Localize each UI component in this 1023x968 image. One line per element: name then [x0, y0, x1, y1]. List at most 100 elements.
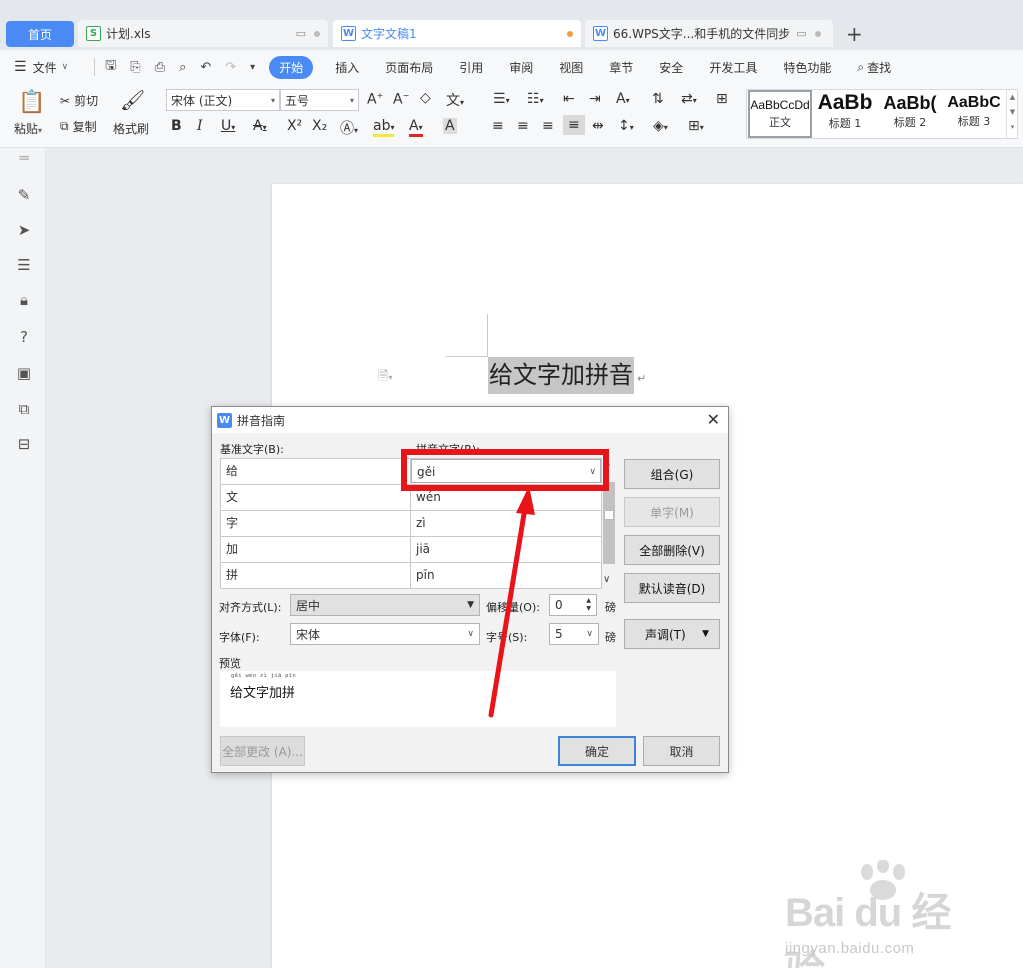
grid-scrollbar[interactable]: ^ ∨ [602, 458, 616, 589]
stepper-arrows-icon[interactable]: ▲ ▼ [586, 597, 591, 613]
distribute-icon[interactable]: ⇹ [592, 118, 604, 134]
customize-dropdown-icon[interactable]: ▾ [250, 62, 255, 73]
align-right-icon[interactable]: ≡ [542, 118, 554, 134]
style-heading2[interactable]: AaBb( 标题 2 [878, 90, 942, 138]
tab-close-dot[interactable] [314, 30, 320, 37]
menu-insert[interactable]: 插入 [335, 59, 359, 76]
menu-features[interactable]: 特色功能 [783, 59, 831, 76]
save-icon[interactable]: 🖫 [105, 56, 116, 78]
export-icon[interactable]: ⎘ [130, 60, 140, 75]
strikethrough-icon[interactable]: A▾ [253, 118, 267, 134]
font-name-select[interactable]: 宋体 (正文) ▾ [166, 89, 280, 111]
add-tab-button[interactable]: + [846, 22, 863, 46]
font-color-icon[interactable]: A▾ [409, 118, 423, 137]
print-icon[interactable]: ⎙ [155, 60, 165, 75]
shading-icon[interactable]: ◈▾ [653, 118, 668, 134]
menu-file[interactable]: ☰ 文件 ∨ [14, 59, 68, 76]
style-heading1[interactable]: AaBb 标题 1 [813, 90, 877, 138]
pinyin-combo-input[interactable]: gěi ∨ [411, 459, 601, 483]
base-char-cell[interactable]: 拼 [221, 563, 411, 588]
menu-references[interactable]: 引用 [459, 59, 483, 76]
sort-icon[interactable]: ⇅ [652, 91, 664, 107]
default-reading-button[interactable]: 默认读音(D) [624, 573, 720, 603]
pinyin-guide-icon[interactable]: 文▾ [446, 90, 464, 110]
change-all-button[interactable]: 全部更改 (A)... [220, 736, 305, 766]
style-normal[interactable]: AaBbCcDd 正文 [748, 90, 812, 138]
ok-button[interactable]: 确定 [558, 736, 636, 766]
underline-icon[interactable]: U▾ [221, 118, 235, 134]
cancel-button[interactable]: 取消 [643, 736, 720, 766]
justify-icon[interactable]: ≡ [563, 115, 585, 135]
unsaved-dot[interactable] [567, 30, 573, 37]
style-heading3[interactable]: AaBbC 标题 3 [943, 90, 1005, 138]
format-painter-button[interactable]: 格式刷 [113, 120, 149, 137]
format-painter-icon[interactable]: 🖌 [120, 88, 145, 112]
base-char-cell[interactable]: 文 [221, 485, 411, 510]
style-gallery-scroll[interactable]: ▲ ▼ ▾ [1006, 90, 1018, 138]
drag-handle-icon[interactable]: ═ [15, 151, 33, 166]
paragraph-mark-icon[interactable]: ⇄▾ [681, 91, 697, 107]
text-direction-icon[interactable]: A▾ [616, 91, 630, 107]
tab-home[interactable]: 首页 [6, 21, 74, 47]
menu-review[interactable]: 审阅 [509, 59, 533, 76]
base-char-cell[interactable]: 给 [221, 459, 411, 484]
subscript-icon[interactable]: X₂ [312, 118, 327, 134]
menu-security[interactable]: 安全 [659, 59, 683, 76]
close-icon[interactable]: ✕ [707, 410, 720, 429]
tone-button[interactable]: 声调(T) ▼ [624, 619, 720, 649]
highlight-icon[interactable]: ab▾ [373, 118, 395, 137]
paste-button[interactable]: 粘贴▾ [14, 120, 42, 137]
menu-chapter[interactable]: 章节 [609, 59, 633, 76]
lock-icon[interactable]: 🔒︎ [15, 291, 33, 309]
menu-home[interactable]: 开始 [269, 55, 314, 79]
bullets-icon[interactable]: ☰▾ [493, 91, 510, 107]
chevron-down-icon[interactable]: ∨ [589, 460, 596, 482]
base-char-cell[interactable]: 字 [221, 511, 411, 536]
bold-icon[interactable]: B [171, 118, 182, 134]
pinyin-cell[interactable]: zì [411, 511, 601, 536]
image-icon[interactable]: ▣ [15, 364, 33, 382]
tab-active-doc[interactable]: W 文字文稿1 [333, 20, 581, 47]
text-effect-icon[interactable]: Ⓐ▾ [340, 118, 358, 138]
help-icon[interactable]: ? [15, 328, 33, 346]
clear-format-icon[interactable]: ◇ [420, 90, 431, 106]
pen-icon[interactable]: ✎ [15, 186, 33, 204]
menu-view[interactable]: 视图 [559, 59, 583, 76]
cursor-icon[interactable]: ➤ [15, 221, 33, 239]
font-size-select[interactable]: 五号 ▾ [280, 89, 359, 111]
pinyin-cell[interactable]: pīn [411, 563, 601, 588]
scroll-thumb[interactable] [603, 482, 615, 564]
single-char-button[interactable]: 单字(M) [624, 497, 720, 527]
tab-xls[interactable]: S 计划.xls ▭ [78, 20, 328, 47]
undo-icon[interactable]: ↶ [200, 60, 211, 75]
size-select[interactable]: 5 ∨ [549, 623, 599, 645]
font-select[interactable]: 宋体 ∨ [290, 623, 480, 645]
italic-icon[interactable]: I [197, 118, 203, 134]
char-shading-icon[interactable]: A [443, 118, 457, 134]
monitor-icon[interactable]: ▭ [796, 27, 806, 40]
decrease-indent-icon[interactable]: ⇤ [563, 91, 575, 107]
offset-stepper[interactable]: 0 ▲ ▼ [549, 594, 597, 616]
delete-all-button[interactable]: 全部删除(V) [624, 535, 720, 565]
pinyin-cell[interactable]: jiā [411, 537, 601, 562]
border-icon[interactable]: ⊞▾ [688, 118, 704, 134]
superscript-icon[interactable]: X² [287, 118, 302, 134]
increase-indent-icon[interactable]: ⇥ [589, 91, 601, 107]
redo-icon[interactable]: ↷ [225, 60, 236, 75]
paragraph-menu-icon[interactable]: 🗎▾ [378, 367, 392, 389]
copy-button[interactable]: ⧉ 复制 [60, 118, 97, 135]
grow-font-icon[interactable]: A+ [367, 91, 383, 108]
pinyin-cell[interactable]: wén [411, 485, 601, 510]
sliders-icon[interactable]: ☰ [15, 256, 33, 274]
gallery-icon[interactable]: ⧉ [15, 400, 33, 418]
tab-doc2[interactable]: W 66.WPS文字...和手机的文件同步 ▭ [585, 20, 833, 47]
table-icon[interactable]: ⊞ [716, 91, 728, 107]
archive-icon[interactable]: ⊟ [15, 435, 33, 453]
monitor-icon[interactable]: ▭ [296, 27, 306, 40]
menu-page-layout[interactable]: 页面布局 [385, 59, 433, 76]
menu-developer[interactable]: 开发工具 [709, 59, 757, 76]
align-center-icon[interactable]: ≡ [517, 118, 529, 134]
selected-document-text[interactable]: 给文字加拼音 [488, 357, 634, 394]
print-preview-icon[interactable]: ⌕ [179, 60, 186, 75]
group-button[interactable]: 组合(G) [624, 459, 720, 489]
